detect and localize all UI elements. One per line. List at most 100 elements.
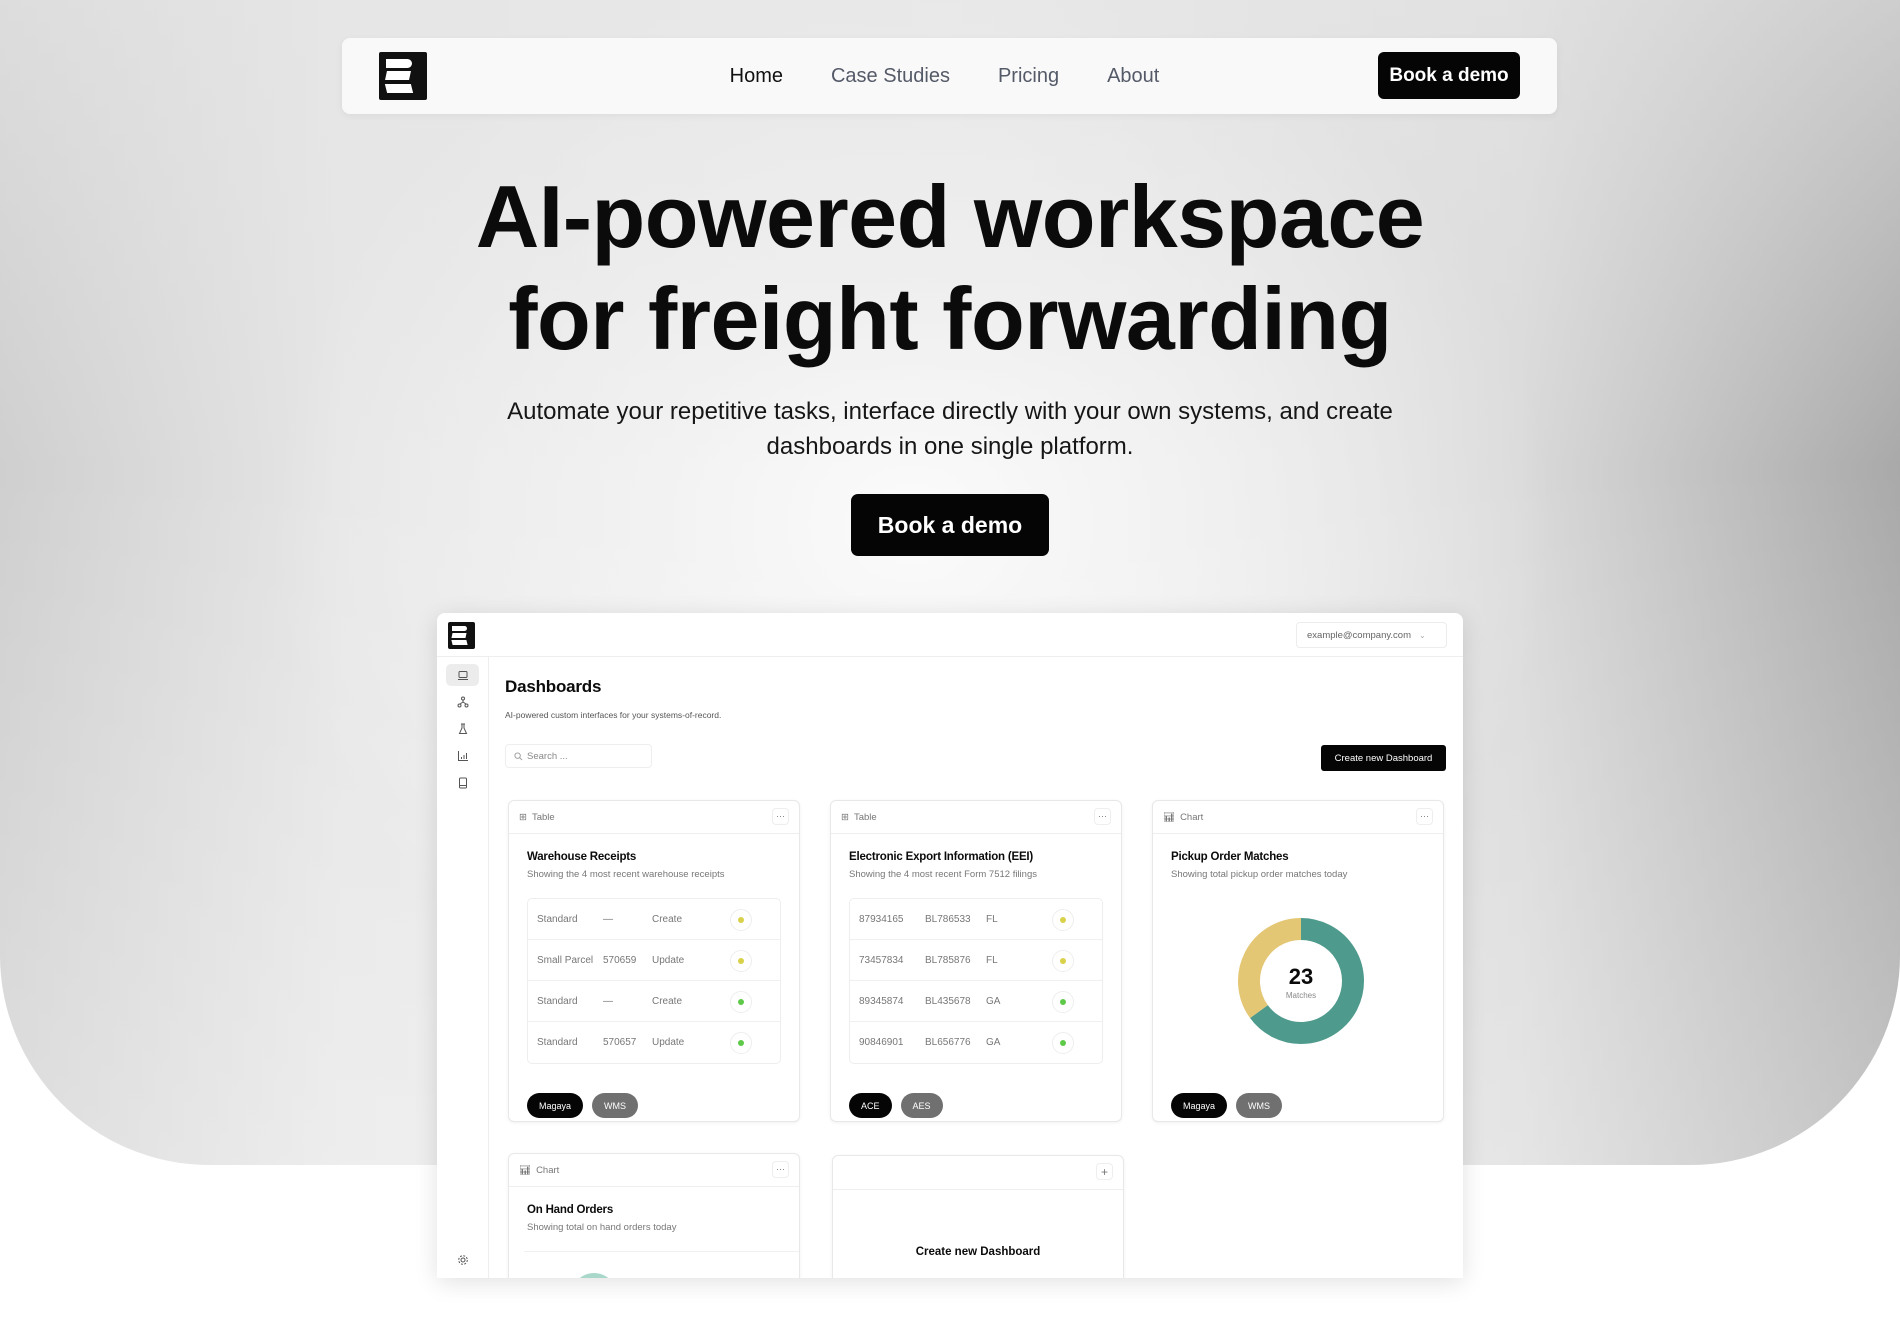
tag-wms[interactable]: WMS — [592, 1093, 639, 1118]
status-indicator — [730, 909, 752, 931]
app-logo[interactable] — [448, 622, 475, 649]
card-title: Warehouse Receipts — [527, 851, 637, 863]
page-subtitle: AI-powered custom interfaces for your sy… — [505, 710, 722, 720]
nav-pricing[interactable]: Pricing — [998, 65, 1059, 88]
table-cell: — — [603, 995, 613, 1007]
table-row[interactable]: Standard — Create — [528, 899, 780, 940]
hero-title-line1: AI-powered workspace — [475, 167, 1425, 266]
hero-title: AI-powered workspace for freight forwardi… — [0, 166, 1900, 370]
search-input[interactable]: Search ... — [505, 744, 652, 768]
dashboard-card-on-hand-orders[interactable]: 📊︎ Chart ··· On Hand Orders Showing total … — [508, 1153, 800, 1278]
create-dashboard-label: Create new Dashboard — [915, 1246, 1041, 1258]
nav-book-demo-button[interactable]: Book a demo — [1378, 52, 1520, 99]
gear-icon[interactable] — [446, 1249, 479, 1271]
status-indicator — [730, 950, 752, 972]
table-row[interactable]: 90846901 BL656776 GA — [850, 1022, 1102, 1063]
hero-subtitle: Automate your repetitive tasks, interfac… — [507, 398, 1393, 460]
sidebar — [437, 657, 489, 1278]
dashboard-card-eei[interactable]: ⊞ Table ··· Electronic Export Information … — [830, 800, 1122, 1122]
card-table: Standard — Create Small Parcel 570659 Update S… — [527, 898, 781, 1064]
table-cell: BL435678 — [925, 995, 971, 1007]
table-cell: 570659 — [603, 954, 637, 966]
hero-title-line2: for freight forwarding — [508, 269, 1392, 368]
table-row[interactable]: 73457834 BL785876 FL — [850, 940, 1102, 981]
dashboard-card-warehouse-receipts[interactable]: ⊞ Table ··· Warehouse Receipts Showing the… — [508, 800, 800, 1122]
tag-magaya[interactable]: Magaya — [527, 1093, 584, 1118]
table-cell: Create — [652, 913, 683, 925]
table-cell: Update — [652, 954, 685, 966]
table-cell: GA — [986, 995, 1001, 1007]
nav-home[interactable]: Home — [730, 65, 783, 88]
table-row[interactable]: Standard — Create — [528, 981, 780, 1022]
table-cell: Standard — [537, 1037, 578, 1048]
more-options-button[interactable]: ··· — [772, 1161, 789, 1178]
table-cell: BL785876 — [925, 954, 971, 966]
card-subtitle: Showing total pickup order matches today — [1171, 869, 1348, 880]
table-row[interactable]: Small Parcel 570659 Update — [528, 940, 780, 981]
card-subtitle: Showing total on hand orders today — [527, 1222, 677, 1233]
search-placeholder: Search ... — [527, 750, 568, 762]
card-subtitle: Showing the 4 most recent Form 7512 fili… — [849, 869, 1037, 880]
table-cell: Update — [652, 1037, 685, 1048]
bar-chart-icon: 📊︎ — [519, 1164, 532, 1176]
table-icon: ⊞ — [519, 811, 527, 823]
card-type: Table — [531, 811, 555, 823]
page-title: Dashboards — [505, 677, 602, 696]
table-cell: 87934165 — [859, 913, 904, 925]
create-dashboard-card[interactable]: + Create new Dashboard — [832, 1155, 1124, 1278]
card-type: Table — [853, 811, 877, 823]
card-title: Pickup Order Matches — [1171, 851, 1289, 863]
table-cell: 90846901 — [859, 1037, 904, 1048]
table-cell: Standard — [537, 913, 578, 925]
book-icon[interactable] — [446, 772, 479, 794]
table-cell: Standard — [537, 995, 578, 1007]
status-indicator — [1052, 991, 1074, 1013]
nav-case-studies[interactable]: Case Studies — [831, 65, 950, 88]
more-options-button[interactable]: ··· — [1094, 808, 1111, 825]
table-cell: 570657 — [603, 1037, 637, 1048]
laptop-icon[interactable] — [446, 664, 479, 686]
donut-value: 23 — [1288, 964, 1314, 989]
status-indicator — [1052, 950, 1074, 972]
account-dropdown[interactable]: example@company.com ⌄ — [1296, 622, 1447, 648]
tag-aes[interactable]: AES — [900, 1093, 943, 1118]
table-cell: 73457834 — [859, 954, 904, 966]
table-cell: FL — [986, 913, 998, 925]
search-icon — [514, 751, 523, 760]
top-nav: Home Case Studies Pricing About Book a d… — [342, 38, 1557, 114]
bar-chart-icon: 📊︎ — [1163, 811, 1176, 823]
table-row[interactable]: Standard 570657 Update — [528, 1022, 780, 1063]
table-cell: 89345874 — [859, 995, 904, 1007]
dashboard-card-pickup-order-matches[interactable]: 📊︎ Chart ··· Pickup Order Matches Showing … — [1152, 800, 1444, 1122]
card-title: Electronic Export Information (EEI) — [849, 851, 1034, 863]
card-type: Chart — [1180, 811, 1204, 823]
card-title: On Hand Orders — [527, 1204, 614, 1216]
app-preview: example@company.com ⌄ Dashboards AI-power… — [437, 613, 1463, 1278]
account-email: example@company.com — [1307, 629, 1411, 641]
chevron-down-icon: ⌄ — [1418, 630, 1426, 640]
hero-book-demo-button[interactable]: Book a demo — [851, 494, 1049, 556]
card-table: 87934165 BL786533 FL 73457834 BL785876 FL 8934… — [849, 898, 1103, 1064]
bar-chart-icon[interactable] — [446, 745, 479, 767]
table-cell: GA — [986, 1037, 1001, 1048]
table-cell: BL656776 — [925, 1037, 971, 1048]
more-options-button[interactable]: ··· — [1416, 808, 1433, 825]
create-dashboard-button[interactable]: Create new Dashboard — [1321, 745, 1446, 771]
app-topbar: example@company.com ⌄ — [437, 613, 1463, 657]
table-cell: FL — [986, 954, 998, 966]
chart-preview — [571, 1273, 617, 1278]
tag-wms[interactable]: WMS — [1236, 1093, 1283, 1118]
table-row[interactable]: 87934165 BL786533 FL — [850, 899, 1102, 940]
table-cell: BL786533 — [925, 913, 971, 925]
add-icon[interactable]: + — [1096, 1163, 1113, 1180]
more-options-button[interactable]: ··· — [772, 808, 789, 825]
flask-icon[interactable] — [446, 718, 479, 740]
network-icon[interactable] — [446, 691, 479, 713]
table-row[interactable]: 89345874 BL435678 GA — [850, 981, 1102, 1022]
donut-label: Matches — [1285, 991, 1317, 1000]
tag-magaya[interactable]: Magaya — [1171, 1093, 1228, 1118]
status-indicator — [730, 1032, 752, 1054]
tag-ace[interactable]: ACE — [849, 1093, 892, 1118]
nav-about[interactable]: About — [1107, 65, 1159, 88]
status-indicator — [1052, 1032, 1074, 1054]
